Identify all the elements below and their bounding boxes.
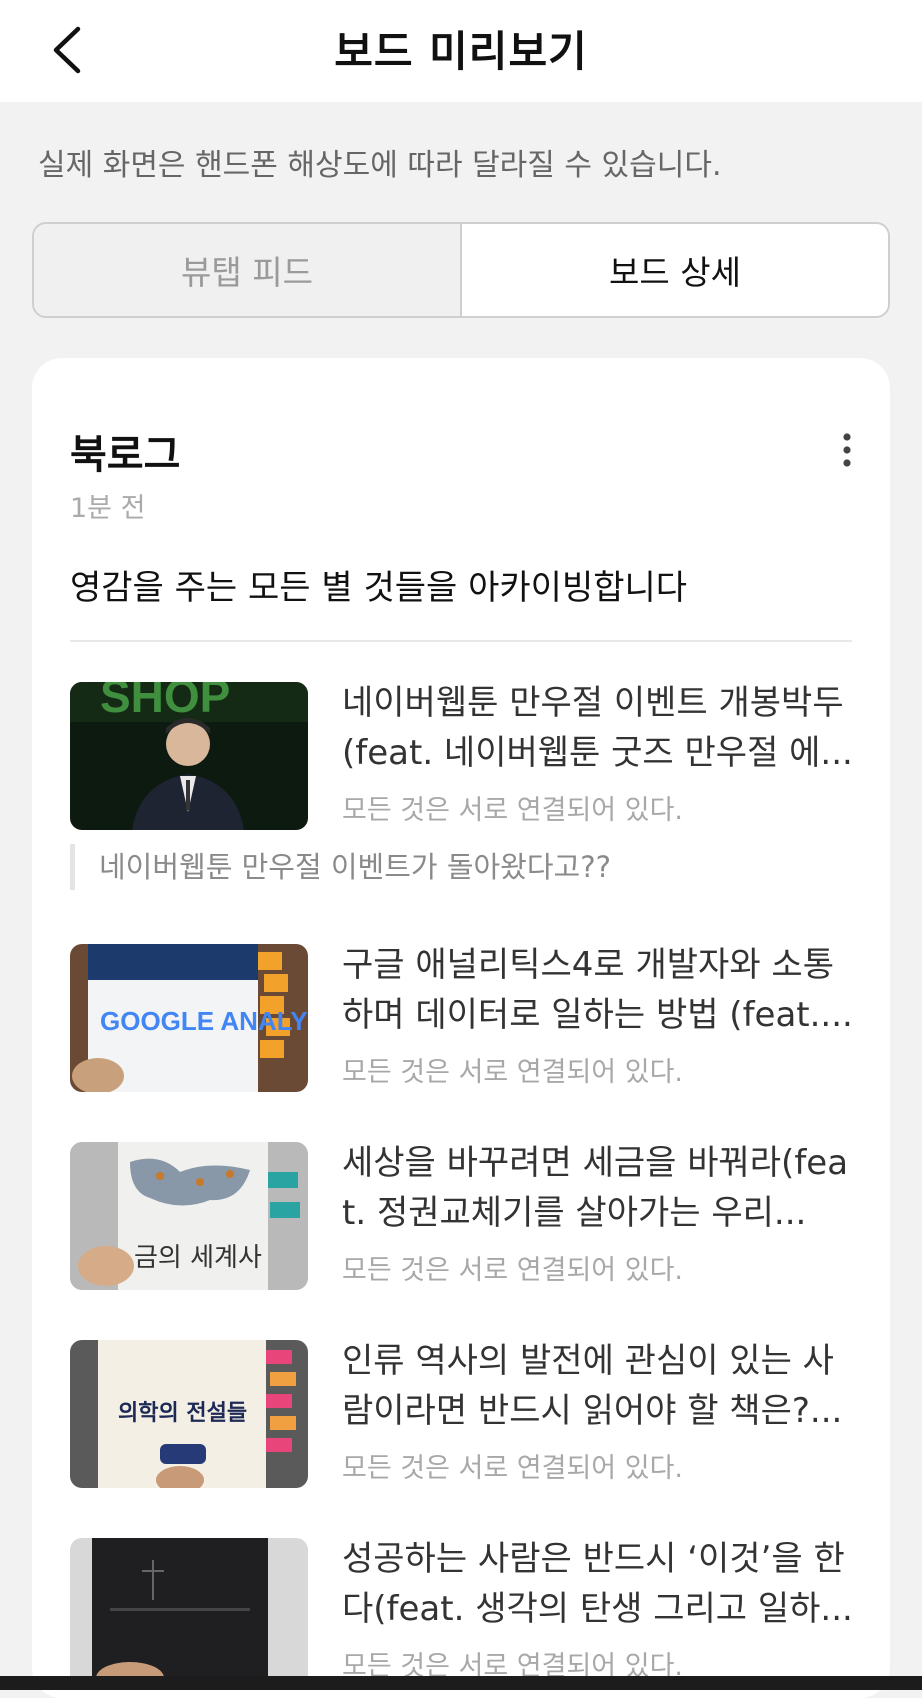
page-title: 보드 미리보기 (334, 27, 588, 76)
post-title: 네이버웹툰 만우절 이벤트 개봉박두(feat. 네이버웹툰 굿즈 만우절 에.… (342, 683, 853, 773)
post-thumbnail (70, 1538, 308, 1686)
header-bar: 보드 미리보기 (0, 0, 922, 102)
post-quote: 네이버웹툰 만우절 이벤트가 돌아왔다고?? (70, 844, 611, 890)
resolution-notice: 실제 화면은 핸드폰 해상도에 따라 달라질 수 있습니다. (38, 148, 722, 183)
system-bottom-bar (0, 1676, 922, 1690)
tab-board-detail[interactable]: 보드 상세 (460, 224, 888, 316)
board-description: 영감을 주는 모든 별 것들을 아카이빙합니다 (70, 568, 688, 608)
tab-viewtab-feed[interactable]: 뷰탭 피드 (34, 224, 460, 316)
board-time-ago: 1분 전 (70, 493, 146, 524)
post-source: 모든 것은 서로 연결되어 있다. (342, 1255, 683, 1286)
post-source: 모든 것은 서로 연결되어 있다. (342, 1453, 683, 1484)
post-thumbnail: SHOP (70, 682, 308, 830)
more-options-button[interactable] (832, 428, 862, 472)
post-item[interactable]: 성공하는 사람은 반드시 ‘이것’을 한다(feat. 생각의 탄생 그리고 일… (70, 1538, 853, 1688)
post-title: 세상을 바꾸려면 세금을 바꿔라(feat. 정권교체기를 살아가는 우리... (342, 1143, 849, 1233)
post-item[interactable]: 금의 세계사 세상을 바꾸려면 세금을 바꿔라(feat. 정권교체기를 살아가… (70, 1142, 852, 1292)
more-vertical-icon (843, 433, 851, 467)
post-thumbnail: GOOGLE ANALY (70, 944, 308, 1092)
post-thumbnail: 의학의 전설들 (70, 1340, 308, 1488)
post-item[interactable]: SHOP 네이버웹툰 만우절 이벤트 개봉박두(feat. 네이버웹툰 굿즈 만… (70, 682, 853, 832)
divider (70, 640, 852, 642)
post-item[interactable]: GOOGLE ANALY 구글 애널리틱스4로 개발자와 소통하며 데이터로 일… (70, 944, 853, 1094)
post-title: 구글 애널리틱스4로 개발자와 소통하며 데이터로 일하는 방법 (feat..… (342, 945, 853, 1035)
thumb-text: 금의 세계사 (134, 1243, 262, 1273)
post-item[interactable]: 의학의 전설들 인류 역사의 발전에 관심이 있는 사람이라면 반드시 읽어야 … (70, 1340, 852, 1490)
post-source: 모든 것은 서로 연결되어 있다. (342, 795, 683, 826)
thumb-text: SHOP (100, 682, 230, 722)
board-card: 북로그 1분 전 영감을 주는 모든 별 것들을 아카이빙합니다 SHOP 네이… (32, 358, 890, 1698)
post-title: 성공하는 사람은 반드시 ‘이것’을 한다(feat. 생각의 탄생 그리고 일… (342, 1539, 853, 1629)
preview-tabs: 뷰탭 피드 보드 상세 (32, 222, 890, 318)
thumb-text: 의학의 전설들 (118, 1400, 247, 1426)
post-title: 인류 역사의 발전에 관심이 있는 사람이라면 반드시 읽어야 할 책은?... (342, 1341, 843, 1431)
board-name: 북로그 (70, 432, 181, 478)
post-thumbnail: 금의 세계사 (70, 1142, 308, 1290)
thumb-text: GOOGLE ANALY (100, 1006, 308, 1036)
post-source: 모든 것은 서로 연결되어 있다. (342, 1057, 683, 1088)
